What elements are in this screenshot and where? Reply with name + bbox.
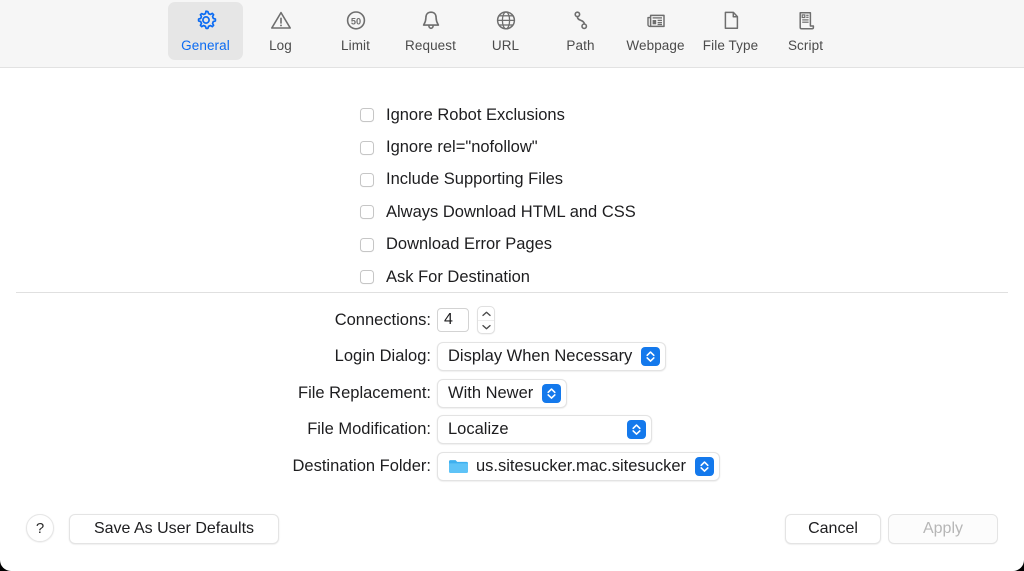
login-dialog-label: Login Dialog: — [334, 347, 431, 366]
folder-icon — [448, 458, 469, 475]
options-checkbox-group: Ignore Robot Exclusions Ignore rel="nofo… — [360, 99, 636, 293]
checkbox-label-download-error-pages: Download Error Pages — [386, 235, 552, 254]
connections-input[interactable]: 4 — [437, 308, 469, 333]
tab-limit-label: Limit — [340, 38, 370, 53]
stepper-down-icon[interactable] — [478, 321, 494, 334]
help-button[interactable]: ? — [26, 514, 54, 542]
destination-folder-label: Destination Folder: — [292, 456, 432, 475]
tab-log[interactable]: Log — [243, 2, 318, 60]
tab-webpage-label: Webpage — [626, 38, 685, 53]
file-replacement-control: With Newer — [437, 378, 568, 408]
login-dialog-value: Display When Necessary — [448, 347, 633, 366]
connections-label: Connections: — [334, 310, 431, 329]
form-row-login-dialog: Login Dialog: Display When Necessary — [0, 339, 1024, 376]
tab-file-type-label: File Type — [702, 38, 759, 53]
tab-path[interactable]: Path — [543, 2, 618, 60]
settings-form: Connections: 4 Login Dialog: Display Whe… — [0, 302, 1024, 485]
apply-button[interactable]: Apply — [888, 514, 998, 544]
preferences-toolbar: General Log 50 Limit Request URL Path We… — [0, 0, 1024, 68]
checkbox-row-download-error-pages[interactable]: Download Error Pages — [360, 229, 636, 261]
checkbox-label-ignore-nofollow: Ignore rel="nofollow" — [386, 138, 538, 157]
newspaper-icon — [643, 7, 669, 35]
preferences-window: General Log 50 Limit Request URL Path We… — [0, 0, 1024, 571]
gear-icon — [193, 7, 219, 35]
tab-webpage[interactable]: Webpage — [618, 2, 693, 60]
document-page-icon — [718, 7, 744, 35]
checkbox-always-download-html-css[interactable] — [360, 205, 374, 220]
bell-icon — [418, 7, 444, 35]
file-replacement-value: With Newer — [448, 383, 534, 402]
checkbox-row-ignore-nofollow[interactable]: Ignore rel="nofollow" — [360, 131, 636, 163]
checkbox-ask-for-destination[interactable] — [360, 270, 374, 285]
checkbox-ignore-nofollow[interactable] — [360, 140, 374, 155]
checkbox-row-include-supporting-files[interactable]: Include Supporting Files — [360, 164, 636, 196]
stepper-up-icon[interactable] — [478, 307, 494, 321]
dialog-button-bar: ? Save As User Defaults Cancel Apply — [0, 505, 1024, 555]
tab-general-label: General — [181, 38, 230, 53]
section-divider — [16, 292, 1008, 293]
toolbar-tab-list: General Log 50 Limit Request URL Path We… — [168, 2, 843, 60]
scroll-script-icon — [793, 7, 819, 35]
tab-script[interactable]: Script — [768, 2, 843, 60]
destination-folder-control: us.sitesucker.mac.sitesucker — [437, 451, 720, 481]
tab-file-type[interactable]: File Type — [693, 2, 768, 60]
tab-path-label: Path — [566, 38, 595, 53]
file-replacement-popup-button[interactable]: With Newer — [437, 378, 568, 408]
form-row-file-modification: File Modification: Localize — [0, 412, 1024, 449]
cancel-button[interactable]: Cancel — [785, 514, 881, 544]
tab-url[interactable]: URL — [468, 2, 543, 60]
tab-log-label: Log — [269, 38, 292, 53]
file-modification-popup-button[interactable]: Localize — [437, 415, 652, 445]
checkbox-label-ask-for-destination: Ask For Destination — [386, 267, 530, 286]
path-node-icon — [568, 7, 594, 35]
login-dialog-popup-button[interactable]: Display When Necessary — [437, 342, 667, 372]
checkbox-row-ask-for-destination[interactable]: Ask For Destination — [360, 261, 636, 293]
checkbox-include-supporting-files[interactable] — [360, 172, 374, 187]
tab-request[interactable]: Request — [393, 2, 468, 60]
connections-control: 4 — [437, 306, 495, 335]
checkbox-row-ignore-robot-exclusions[interactable]: Ignore Robot Exclusions — [360, 99, 636, 131]
tab-script-label: Script — [787, 38, 824, 53]
checkbox-ignore-robot-exclusions[interactable] — [360, 108, 374, 123]
form-row-destination-folder: Destination Folder: us.sitesucker.mac.si… — [0, 448, 1024, 485]
file-replacement-label: File Replacement: — [298, 383, 431, 402]
tab-url-label: URL — [491, 38, 520, 53]
save-as-user-defaults-button[interactable]: Save As User Defaults — [69, 514, 279, 544]
tab-request-label: Request — [405, 38, 456, 53]
chevron-up-down-icon — [695, 456, 714, 476]
form-row-connections: Connections: 4 — [0, 302, 1024, 339]
chevron-up-down-icon — [542, 383, 562, 403]
checkbox-row-always-download-html-css[interactable]: Always Download HTML and CSS — [360, 196, 636, 228]
warning-triangle-icon — [268, 7, 294, 35]
connections-stepper[interactable] — [477, 306, 495, 335]
tab-general[interactable]: General — [168, 2, 243, 60]
checkbox-download-error-pages[interactable] — [360, 237, 374, 252]
globe-icon — [493, 7, 519, 35]
chevron-up-down-icon — [627, 420, 646, 440]
checkbox-label-always-download-html-css: Always Download HTML and CSS — [386, 202, 636, 221]
file-modification-control: Localize — [437, 415, 652, 445]
tab-limit[interactable]: 50 Limit — [318, 2, 393, 60]
file-modification-value: Localize — [448, 420, 509, 439]
file-modification-label: File Modification: — [307, 420, 431, 439]
form-row-file-replacement: File Replacement: With Newer — [0, 375, 1024, 412]
checkbox-label-ignore-robot-exclusions: Ignore Robot Exclusions — [386, 105, 565, 124]
login-dialog-control: Display When Necessary — [437, 342, 667, 372]
svg-text:50: 50 — [350, 16, 360, 26]
destination-folder-popup-button[interactable]: us.sitesucker.mac.sitesucker — [437, 451, 720, 481]
destination-folder-value: us.sitesucker.mac.sitesucker — [476, 456, 686, 475]
chevron-up-down-icon — [641, 347, 661, 367]
speed-limit-50-icon: 50 — [343, 7, 369, 35]
checkbox-label-include-supporting-files: Include Supporting Files — [386, 170, 564, 189]
